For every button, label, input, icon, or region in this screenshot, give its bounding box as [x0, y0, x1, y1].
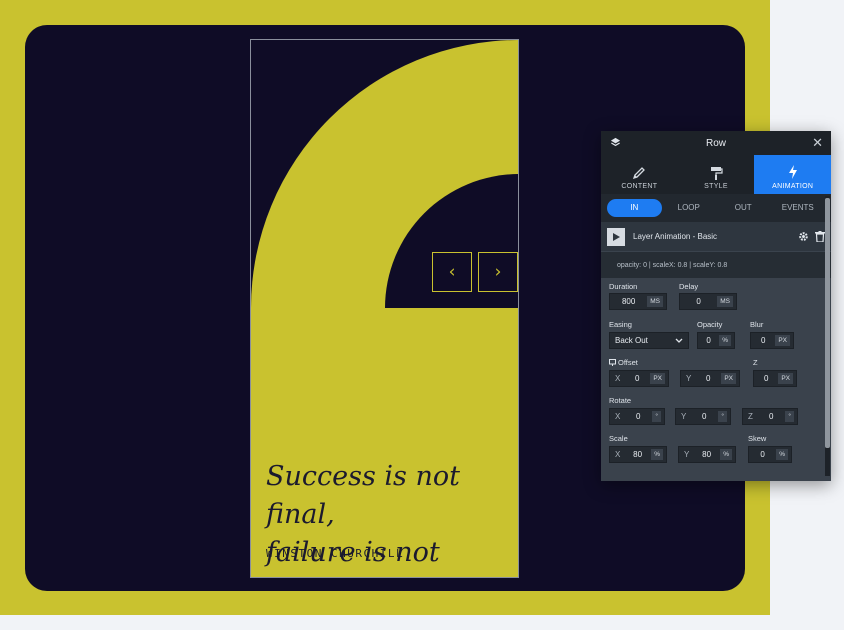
- paint-roller-icon: [711, 167, 723, 180]
- rotate-z-prefix: Z: [748, 412, 753, 421]
- easing-value: Back Out: [615, 336, 648, 345]
- rotate-z-unit: °: [785, 411, 794, 422]
- rotate-x-prefix: X: [615, 412, 621, 421]
- play-icon: [613, 232, 620, 241]
- blur-value: 0: [760, 336, 766, 345]
- scale-x-unit: %: [651, 449, 663, 460]
- rotate-z-input[interactable]: Z 0 °: [742, 408, 798, 425]
- chevron-right-icon: ›: [494, 262, 502, 282]
- chevron-left-icon: ‹: [448, 262, 456, 282]
- blur-unit: PX: [775, 335, 790, 346]
- offset-label: Offset: [618, 358, 638, 367]
- offset-z-unit: PX: [778, 373, 793, 384]
- offset-x-input[interactable]: X 0 PX: [609, 370, 669, 387]
- rotate-x-unit: °: [652, 411, 661, 422]
- scale-label: Scale: [609, 434, 628, 443]
- easing-select[interactable]: Back Out: [609, 332, 689, 349]
- rotate-y-input[interactable]: Y 0 °: [675, 408, 731, 425]
- panel-tabs: CONTENT STYLE ANIMATION: [601, 155, 831, 194]
- duration-value: 800: [621, 297, 636, 306]
- chevron-down-icon: [675, 338, 683, 343]
- offset-y-prefix: Y: [686, 374, 692, 383]
- skew-unit: %: [776, 449, 788, 460]
- scale-y-input[interactable]: Y 80 %: [678, 446, 736, 463]
- offset-x-value: 0: [634, 374, 640, 383]
- next-arrow-button[interactable]: ›: [478, 252, 518, 292]
- skew-value: 0: [760, 450, 765, 459]
- duration-label: Duration: [609, 282, 638, 291]
- quote-line-1: Success is not final,: [266, 461, 460, 530]
- subtab-events[interactable]: EVENTS: [771, 199, 826, 217]
- opacity-label: Opacity: [697, 320, 723, 329]
- subtab-loop[interactable]: LOOP: [662, 199, 717, 217]
- rotate-y-prefix: Y: [681, 412, 687, 421]
- animation-form: Duration Delay 800 MS 0 MS Easing Opacit…: [601, 278, 831, 481]
- layer-animation-label: Layer Animation - Basic: [633, 232, 718, 241]
- tab-content-label: CONTENT: [621, 183, 658, 190]
- z-label: Z: [753, 358, 758, 367]
- animation-summary: opacity: 0 | scaleX: 0.8 | scaleY: 0.8: [601, 252, 831, 278]
- pencil-icon: [633, 167, 646, 180]
- delay-label: Delay: [679, 282, 699, 291]
- scale-x-value: 80: [633, 450, 643, 459]
- trash-icon[interactable]: [815, 231, 825, 242]
- rotate-x-value: 0: [635, 412, 641, 421]
- tab-animation[interactable]: ANIMATION: [754, 155, 831, 194]
- layers-icon: [610, 137, 621, 147]
- rotate-z-value: 0: [768, 412, 774, 421]
- close-icon[interactable]: ✕: [812, 135, 823, 151]
- play-button[interactable]: [607, 227, 625, 246]
- delay-input[interactable]: 0 MS: [679, 293, 737, 310]
- offset-y-value: 0: [705, 374, 711, 383]
- tab-style-label: STYLE: [704, 183, 728, 190]
- delay-value: 0: [696, 297, 701, 306]
- duration-input[interactable]: 800 MS: [609, 293, 667, 310]
- scale-x-input[interactable]: X 80 %: [609, 446, 667, 463]
- animation-subtabs: IN LOOP OUT EVENTS: [601, 194, 831, 222]
- scale-y-unit: %: [720, 449, 732, 460]
- rotate-x-input[interactable]: X 0 °: [609, 408, 665, 425]
- panel-scrollbar-thumb[interactable]: [825, 198, 830, 448]
- panel-title: Row: [705, 137, 726, 149]
- tab-style[interactable]: STYLE: [678, 155, 755, 194]
- prev-arrow-button[interactable]: ‹: [432, 252, 472, 292]
- duration-unit: MS: [647, 296, 663, 307]
- opacity-input[interactable]: 0 %: [697, 332, 735, 349]
- easing-label: Easing: [609, 320, 632, 329]
- blur-input[interactable]: 0 PX: [750, 332, 794, 349]
- quote-author: WINSTON CHURCHILL: [266, 547, 405, 560]
- gear-icon[interactable]: [798, 231, 809, 242]
- rotate-label: Rotate: [609, 396, 632, 405]
- animation-settings-panel: Row ✕ CONTENT STYLE ANIMATION IN LOOP OU…: [601, 131, 831, 481]
- panel-header[interactable]: Row ✕: [601, 131, 831, 155]
- blur-label: Blur: [750, 320, 764, 329]
- layer-animation-row: Layer Animation - Basic: [601, 222, 831, 252]
- offset-y-unit: PX: [721, 373, 736, 384]
- opacity-value: 0: [706, 336, 711, 345]
- scale-x-prefix: X: [615, 450, 621, 459]
- offset-label-wrap: Offset: [609, 358, 638, 367]
- subtab-in[interactable]: IN: [607, 199, 662, 217]
- offset-z-value: 0: [763, 374, 769, 383]
- skew-label: Skew: [748, 434, 767, 443]
- subtab-out[interactable]: OUT: [716, 199, 771, 217]
- offset-z-input[interactable]: 0 PX: [753, 370, 797, 387]
- offset-x-prefix: X: [615, 374, 621, 383]
- skew-input[interactable]: 0 %: [748, 446, 792, 463]
- lightning-icon: [788, 165, 797, 179]
- scale-y-prefix: Y: [684, 450, 690, 459]
- tab-animation-label: ANIMATION: [772, 183, 814, 190]
- rotate-y-unit: °: [718, 411, 727, 422]
- offset-x-unit: PX: [650, 373, 665, 384]
- offset-y-input[interactable]: Y 0 PX: [680, 370, 740, 387]
- tab-content[interactable]: CONTENT: [601, 155, 678, 194]
- slide-frame[interactable]: Success is not final, failure is not fat…: [250, 39, 519, 578]
- rotate-y-value: 0: [701, 412, 707, 421]
- scale-y-value: 80: [702, 450, 712, 459]
- monitor-icon: [609, 358, 616, 366]
- delay-unit: MS: [717, 296, 733, 307]
- opacity-unit: %: [719, 335, 731, 346]
- quote-text: Success is not final, failure is not fat…: [266, 458, 516, 577]
